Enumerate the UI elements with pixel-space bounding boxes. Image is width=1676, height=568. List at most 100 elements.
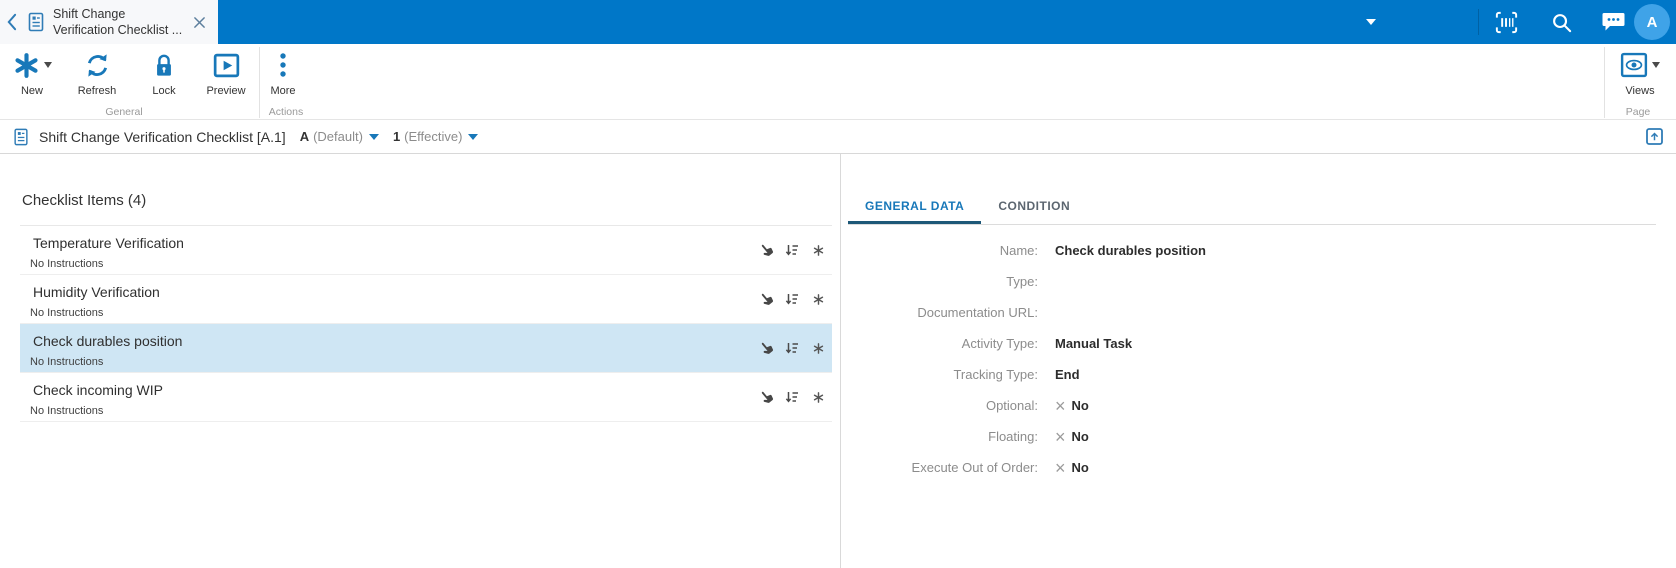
checklist-item-instructions: No Instructions	[30, 405, 104, 417]
chevron-down-icon	[1366, 19, 1376, 25]
chevron-down-icon	[368, 133, 379, 140]
barcode-icon	[1495, 11, 1517, 33]
refresh-button[interactable]: Refresh	[67, 49, 127, 97]
user-avatar[interactable]: A	[1634, 4, 1670, 40]
field-tracking-type: Tracking Type: End	[953, 367, 1080, 382]
lock-icon	[157, 54, 171, 76]
x-mark-icon: ×	[1055, 395, 1066, 416]
search-button[interactable]	[1546, 0, 1576, 44]
field-name: Name: Check durables position	[999, 243, 1206, 258]
collapse-panel-button[interactable]	[1646, 128, 1663, 145]
version-selector[interactable]: A (Default)	[300, 129, 379, 144]
topbar-menu-dropdown[interactable]	[1358, 0, 1384, 44]
views-button-label: Views	[1625, 85, 1655, 97]
revision-selector[interactable]: 1 (Effective)	[393, 129, 479, 144]
barcode-scan-button[interactable]	[1490, 0, 1522, 44]
revision-value: 1	[392, 129, 401, 144]
views-eye-icon	[1620, 52, 1648, 78]
messages-button[interactable]	[1597, 0, 1629, 44]
checklist-item-name: Check durables position	[33, 333, 183, 349]
page-title: Shift Change Verification Checklist [A.1…	[39, 128, 286, 145]
ribbon-group-page: Page	[1625, 106, 1651, 118]
row-actions	[758, 389, 826, 405]
lock-button[interactable]: Lock	[134, 49, 194, 97]
ribbon-group-divider	[1604, 47, 1605, 118]
chat-icon	[1602, 13, 1625, 31]
checklist-document-icon	[26, 11, 46, 33]
field-execute-out-of-order: Execute Out of Order: × No	[911, 457, 1089, 478]
top-bar: Shift Change Verification Checklist ... …	[0, 0, 1676, 44]
asterisk-icon[interactable]	[810, 340, 826, 356]
manual-hand-icon[interactable]	[758, 389, 774, 405]
field-documentation-url: Documentation URL:	[917, 305, 1038, 320]
checklist-document-icon	[12, 127, 30, 147]
list-item-check-durables-position[interactable]: Check durables position No Instructions	[20, 324, 832, 373]
sort-list-icon[interactable]	[784, 242, 800, 258]
more-dots-icon	[280, 53, 286, 77]
list-item-humidity-verification[interactable]: Humidity Verification No Instructions	[20, 275, 832, 324]
version-qualifier: (Default)	[313, 129, 363, 144]
version-value: A	[299, 129, 310, 144]
refresh-icon	[87, 53, 107, 77]
preview-button-label: Preview	[206, 85, 246, 97]
checklist-items-list: Temperature Verification No Instructions…	[20, 225, 832, 422]
field-activity-type: Activity Type: Manual Task	[961, 336, 1133, 351]
sort-list-icon[interactable]	[784, 389, 800, 405]
manual-hand-icon[interactable]	[758, 340, 774, 356]
lock-button-label: Lock	[152, 85, 176, 97]
revision-qualifier: (Effective)	[404, 129, 463, 144]
list-item-check-incoming-wip[interactable]: Check incoming WIP No Instructions	[20, 373, 832, 422]
ribbon-toolbar: New Refresh Lock Preview More General Ac…	[0, 44, 1676, 120]
tab-condition[interactable]: CONDITION	[981, 190, 1087, 224]
sort-list-icon[interactable]	[784, 340, 800, 356]
asterisk-icon[interactable]	[810, 242, 826, 258]
list-item-temperature-verification[interactable]: Temperature Verification No Instructions	[20, 226, 832, 275]
asterisk-icon[interactable]	[810, 291, 826, 307]
detail-tabs: GENERAL DATA CONDITION	[848, 190, 1656, 225]
row-actions	[758, 340, 826, 356]
close-icon	[193, 16, 205, 28]
tab-general-data[interactable]: GENERAL DATA	[848, 190, 982, 224]
row-actions	[758, 291, 826, 307]
ribbon-group-general: General	[105, 106, 143, 118]
views-button[interactable]: Views	[1608, 49, 1672, 97]
back-chevron-icon	[6, 13, 16, 31]
back-button[interactable]	[0, 0, 22, 44]
row-actions	[758, 242, 826, 258]
arrow-up-box-icon	[1646, 128, 1663, 145]
preview-play-icon	[213, 53, 239, 77]
field-floating: Floating: × No	[988, 426, 1089, 447]
chevron-down-icon	[468, 133, 479, 140]
x-mark-icon: ×	[1055, 457, 1066, 478]
preview-button[interactable]: Preview	[196, 49, 256, 97]
checklist-item-name: Temperature Verification	[33, 235, 184, 251]
sort-list-icon[interactable]	[784, 291, 800, 307]
breadcrumb: Shift Change Verification Checklist [A.1…	[0, 120, 1676, 154]
asterisk-icon[interactable]	[810, 389, 826, 405]
x-mark-icon: ×	[1055, 426, 1066, 447]
dropdown-caret-icon	[43, 62, 52, 68]
new-asterisk-icon	[14, 52, 38, 78]
topbar-divider	[1478, 9, 1479, 35]
general-data-fields: Name: Check durables position Type: Docu…	[841, 235, 1206, 483]
tab-title: Shift Change Verification Checklist ...	[53, 7, 183, 37]
new-button-label: New	[20, 85, 43, 97]
checklist-item-instructions: No Instructions	[30, 307, 104, 319]
checklist-item-instructions: No Instructions	[30, 258, 104, 270]
new-button[interactable]: New	[2, 49, 62, 97]
checklist-item-instructions: No Instructions	[30, 356, 104, 368]
field-type: Type:	[1006, 274, 1038, 289]
search-icon	[1552, 13, 1571, 32]
more-button[interactable]: More	[253, 49, 313, 97]
checklist-item-name: Humidity Verification	[33, 284, 160, 300]
refresh-button-label: Refresh	[77, 85, 117, 97]
manual-hand-icon[interactable]	[758, 291, 774, 307]
more-button-label: More	[270, 85, 296, 97]
main-content: Checklist Items (4) Temperature Verifica…	[0, 154, 1676, 568]
dropdown-caret-icon	[1652, 62, 1660, 68]
manual-hand-icon[interactable]	[758, 242, 774, 258]
tab-close-button[interactable]	[187, 10, 211, 34]
field-optional: Optional: × No	[985, 395, 1089, 416]
checklist-item-name: Check incoming WIP	[33, 382, 163, 398]
open-page-tab[interactable]: Shift Change Verification Checklist ...	[0, 0, 218, 44]
